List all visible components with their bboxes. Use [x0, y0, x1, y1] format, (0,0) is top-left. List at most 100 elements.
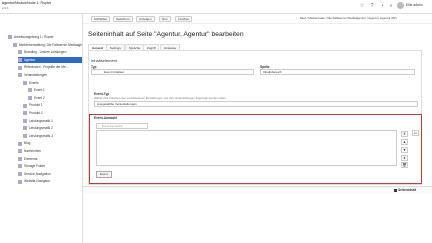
tree-item-label: Leistungsmatik 1 — [29, 118, 53, 123]
page-icon — [18, 141, 22, 146]
typ-value: Event Inhaltsel. — [104, 70, 125, 74]
typ-select[interactable]: Event Inhaltsel. — [91, 69, 254, 75]
move-down-icon[interactable]: ▼ — [401, 147, 408, 153]
event-filter-input[interactable]: ⌕ Event-Fernsehdi — [96, 123, 148, 129]
event-button-label: Event — [100, 172, 108, 176]
delete-button[interactable]: Löschen — [175, 16, 193, 22]
tree-item-label: Leistungsmatik 3 — [29, 133, 53, 138]
tree-item-label: Arbeitsumgebung 1 / Ruyter — [14, 35, 54, 39]
app-title: ägentur/ModuleNode 1: Ruyter — [2, 1, 52, 5]
event-typ-select[interactable]: Ausgewählte Veranstaltungen — [94, 101, 418, 107]
sidebar-divider — [82, 14, 83, 243]
tree-item-label: Event 2 — [34, 95, 45, 100]
tree-item[interactable]: Storage Folder — [18, 163, 82, 169]
tree-item[interactable]: Elements — [18, 156, 82, 162]
event-typ-value: Ausgewählte Veranstaltungen — [97, 102, 137, 106]
tree-item-label: Nachrichten — [24, 149, 42, 153]
page-tree: Arbeitsumgebung 1 / Ruyter Medienverwaltu… — [0, 34, 82, 243]
event-auswahl-label: Event-Auswahl — [94, 116, 117, 120]
page-icon — [18, 156, 22, 161]
page-icon — [18, 50, 22, 55]
tree-item[interactable]: Leistungsmatik 2 — [23, 125, 82, 131]
app-version: 2.0.1 — [2, 6, 9, 10]
tree-item[interactable]: Blog — [18, 140, 82, 146]
tree-item[interactable]: Leistungsmatik 3 — [23, 133, 82, 139]
tree-item-label: Events — [29, 80, 39, 85]
open-browser-icon[interactable]: ▭ — [412, 130, 419, 136]
content-icon — [394, 189, 397, 192]
page-icon — [18, 73, 22, 78]
page-icon — [23, 118, 27, 123]
breadcrumb: Med / Mediennode / Die Fallwerner Mediaa… — [300, 16, 397, 20]
bell-icon[interactable]: ◔ — [378, 2, 386, 10]
close-button[interactable]: Schließen — [91, 16, 111, 22]
page-icon — [23, 103, 27, 108]
tree-item-label: Veranstaltungen — [24, 73, 48, 77]
add-event-button[interactable]: Event — [96, 171, 112, 178]
search-icon: ⌕ — [98, 124, 100, 128]
page-icon — [18, 179, 22, 184]
tree-item[interactable]: Medienverwaltung: Die Fallwerner Mediaag… — [13, 42, 82, 48]
tree-item-label: Produkt 2 — [29, 111, 43, 115]
spalte-select[interactable]: Inhaltsbereich — [260, 69, 415, 75]
top-bar: ägentur/ModuleNode 1: Ruyter 2.0.1 ☆ ? ◔… — [0, 0, 432, 14]
remove-icon[interactable]: 🗑 — [401, 162, 408, 168]
tree-item-label: Elements — [24, 156, 38, 161]
page-icon — [23, 111, 27, 116]
tree-item-label: Storage Folder — [24, 164, 46, 169]
tree-item-label: Produkt 1 — [29, 103, 43, 108]
tree-item[interactable]: Agentur — [18, 56, 82, 63]
selected-events-list[interactable] — [96, 130, 397, 166]
page-icon — [18, 57, 22, 62]
tree-item-label: Referenzen - Projekte der Me... — [24, 65, 69, 70]
tree-item[interactable]: Produkt 1 — [23, 102, 82, 108]
tree-item[interactable]: Veranstaltungen — [18, 72, 82, 78]
tree-item[interactable]: Event 1 — [28, 87, 82, 93]
page-icon — [18, 164, 22, 169]
view-button[interactable]: Anzeigen — [136, 16, 155, 22]
tree-item[interactable]: Leistungsmatik 1 — [23, 118, 82, 124]
move-top-icon[interactable]: ⇞ — [401, 131, 408, 137]
page-icon — [28, 88, 32, 93]
tree-item[interactable]: Referenzen - Projekte der Me... — [18, 64, 82, 70]
bookmark-icon[interactable]: ☆ — [358, 2, 366, 10]
tree-item[interactable]: Events — [23, 80, 82, 86]
page-icon — [23, 133, 27, 138]
user-name[interactable]: Ellie admin — [406, 3, 423, 7]
bottom-label: Seiteninhalt — [398, 188, 417, 192]
tree-item[interactable]: Service-Navigation — [18, 171, 82, 177]
move-bottom-icon[interactable]: ⇟ — [401, 155, 408, 161]
tree-item[interactable]: Website-Navigator — [18, 178, 82, 184]
tree-item-label: Blog — [24, 141, 31, 146]
tree-item[interactable]: Arbeitsumgebung 1 / Ruyter — [8, 34, 82, 40]
tree-item[interactable]: Event 2 — [28, 95, 82, 101]
tree-item[interactable]: Nachrichten — [18, 148, 82, 154]
save-button[interactable]: Speichern — [113, 16, 133, 22]
tree-item[interactable]: Branding - Unsere Leistungen — [18, 49, 82, 55]
bottom-bar: Seiteninhalt — [83, 186, 432, 194]
page-icon — [13, 42, 17, 47]
tree-item-label: Branding - Unsere Leistungen — [24, 50, 67, 55]
page-icon — [18, 149, 22, 154]
page-icon — [18, 171, 22, 176]
section-title: Inhaltselement — [91, 58, 118, 63]
page-icon — [28, 95, 32, 100]
move-up-icon[interactable]: ▲ — [401, 139, 408, 145]
tree-item-label: Website-Navigator — [24, 179, 51, 184]
event-typ-help: Wählen Sie zwischen den verschiedenen Ei… — [94, 96, 227, 100]
tree-item-label: Agentur — [24, 57, 36, 62]
tree-item[interactable]: Produkt 2 — [23, 110, 82, 116]
page-icon — [23, 80, 27, 85]
page-title: Seiteninhalt auf Seite "Agentur, Agentur… — [88, 31, 244, 38]
help-icon[interactable]: ? — [368, 2, 376, 10]
tree-item-label: Leistungsmatik 2 — [29, 126, 53, 131]
filter-placeholder: Event-Fernsehdi — [102, 124, 123, 128]
new-button[interactable]: Neu — [159, 16, 171, 22]
tree-item-label: Event 1 — [34, 88, 45, 93]
avatar[interactable] — [397, 2, 404, 9]
tree-item-label: Service-Navigation — [24, 171, 51, 176]
page-icon — [8, 35, 12, 40]
spalte-value: Inhaltsbereich — [263, 70, 282, 74]
search-icon[interactable]: ⌕ — [387, 2, 395, 10]
page-icon — [23, 126, 27, 131]
